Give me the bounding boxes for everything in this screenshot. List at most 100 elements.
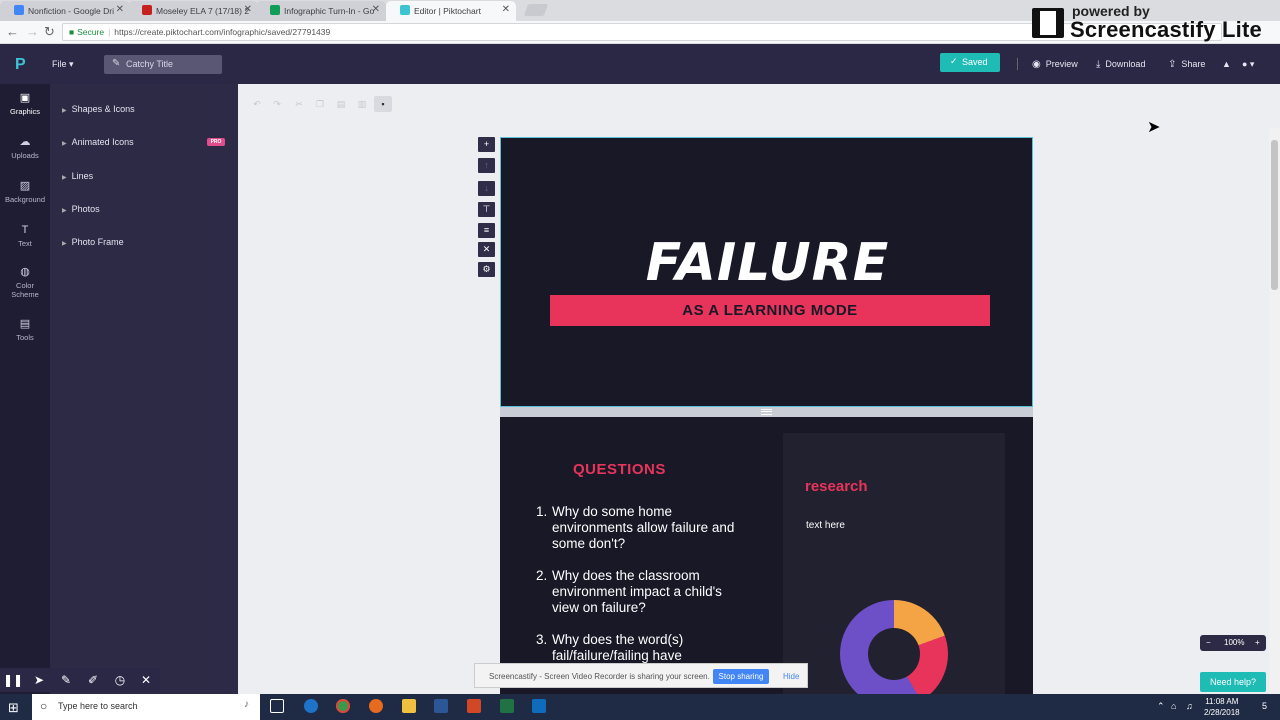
- pause-icon[interactable]: ❚❚: [3, 671, 23, 689]
- new-tab-button[interactable]: [523, 4, 549, 16]
- panel-item-label: Photo Frame: [71, 237, 124, 247]
- file-menu-label: File: [52, 59, 67, 69]
- tray-up-icon[interactable]: ⌃: [1157, 701, 1165, 712]
- redo-icon[interactable]: ↷: [268, 96, 286, 112]
- browser-tab[interactable]: Nonfiction - Google Dri ✕: [0, 1, 130, 21]
- download-button[interactable]: ⤓ Download: [1096, 59, 1145, 70]
- eye-icon: ◉: [1032, 59, 1041, 70]
- undo-icon[interactable]: ↶: [248, 96, 266, 112]
- cut-icon[interactable]: ✂: [290, 96, 308, 112]
- windows-start-icon[interactable]: ⊞: [8, 700, 19, 716]
- research-heading[interactable]: research: [805, 478, 868, 495]
- close-icon[interactable]: ✕: [502, 4, 510, 15]
- vertical-scrollbar[interactable]: [1269, 128, 1280, 694]
- file-explorer-icon[interactable]: [402, 699, 416, 713]
- question-item[interactable]: 1. Why do some home environments allow fa…: [536, 504, 746, 552]
- file-menu[interactable]: File ▾: [52, 59, 74, 70]
- scrollbar-thumb[interactable]: [1271, 140, 1278, 290]
- edge-icon[interactable]: [304, 699, 318, 713]
- zoom-out-button[interactable]: −: [1206, 638, 1211, 647]
- add-block-icon[interactable]: +: [478, 137, 495, 152]
- system-clock[interactable]: 11:08 AM 2/28/2018: [1204, 696, 1240, 718]
- layers-icon[interactable]: ≡: [478, 223, 495, 238]
- mail-icon[interactable]: [532, 699, 546, 713]
- title-input[interactable]: ✎ Catchy Title: [104, 55, 222, 74]
- powerpoint-icon[interactable]: [467, 699, 481, 713]
- rail-item-color-scheme[interactable]: ◍ Color Scheme: [0, 267, 50, 300]
- browser-tab[interactable]: Infographic Turn-In - Go ✕: [256, 1, 386, 21]
- close-icon[interactable]: ✕: [372, 4, 380, 15]
- preview-button[interactable]: ◉ Preview: [1032, 59, 1078, 70]
- piktochart-logo[interactable]: P: [15, 56, 26, 74]
- back-icon[interactable]: ←: [6, 24, 19, 39]
- panel-item-lines[interactable]: ▶ Lines: [62, 171, 93, 181]
- forward-icon[interactable]: →: [26, 24, 39, 39]
- questions-list[interactable]: 1. Why do some home environments allow fa…: [536, 504, 746, 680]
- infographic-title[interactable]: FAILURE: [501, 233, 1034, 293]
- network-icon[interactable]: ⌂: [1171, 701, 1176, 711]
- bell-icon[interactable]: ▲: [1222, 59, 1231, 69]
- rail-item-background[interactable]: ▨ Background: [0, 181, 50, 205]
- stop-sharing-button[interactable]: Stop sharing: [713, 669, 769, 684]
- panel-item-photos[interactable]: ▶ Photos: [62, 204, 100, 214]
- browser-tab[interactable]: Moseley ELA 7 (17/18) 2 ✕: [128, 1, 258, 21]
- panel-item-animated-icons[interactable]: ▶ Animated Icons: [62, 137, 134, 147]
- hide-button[interactable]: Hide: [783, 672, 799, 681]
- questions-heading[interactable]: QUESTIONS: [573, 461, 666, 478]
- infographic-subtitle[interactable]: AS A LEARNING MODE: [682, 302, 857, 319]
- microphone-icon[interactable]: ♪: [244, 699, 249, 710]
- paint-icon[interactable]: ⊤: [478, 202, 495, 217]
- donut-chart-graphic[interactable]: [840, 600, 948, 708]
- taskbar-search-input[interactable]: ○ Type here to search ♪: [32, 694, 260, 720]
- task-view-icon[interactable]: [270, 699, 284, 713]
- settings-icon[interactable]: ⚙: [478, 262, 495, 277]
- chrome-icon[interactable]: [336, 699, 350, 713]
- browser-tab-active[interactable]: Editor | Piktochart ✕: [386, 1, 516, 21]
- copy-icon[interactable]: ❐: [311, 96, 329, 112]
- panel-item-photo-frame[interactable]: ▶ Photo Frame: [62, 237, 124, 247]
- paste-icon[interactable]: ▤: [332, 96, 350, 112]
- rail-item-graphics[interactable]: ▣ Graphics: [0, 93, 50, 117]
- download-label: Download: [1105, 59, 1146, 69]
- question-text: Why does the word(s) fail/failure/failin…: [552, 632, 684, 663]
- share-label: Share: [1181, 59, 1206, 69]
- pen-icon[interactable]: ✎: [56, 671, 76, 689]
- excel-icon[interactable]: [500, 699, 514, 713]
- rail-item-tools[interactable]: ▤ Tools: [0, 319, 50, 343]
- panel-item-shapes-icons[interactable]: ▶ Shapes & Icons: [62, 104, 135, 114]
- close-icon[interactable]: ✕: [244, 4, 252, 15]
- cursor-icon[interactable]: ➤: [29, 671, 49, 689]
- need-help-button[interactable]: Need help?: [1200, 672, 1266, 692]
- question-item[interactable]: 2. Why does the classroom environment imp…: [536, 568, 746, 616]
- close-icon[interactable]: ✕: [136, 671, 156, 689]
- rail-item-text[interactable]: T Text: [0, 225, 50, 249]
- reload-icon[interactable]: ↻: [44, 24, 55, 40]
- user-menu-icon[interactable]: ● ▾: [1242, 59, 1254, 70]
- eraser-icon[interactable]: ✐: [83, 671, 103, 689]
- saved-button[interactable]: ✓ Saved: [940, 53, 1000, 72]
- research-box[interactable]: research text here: [783, 433, 1005, 708]
- notifications-icon[interactable]: 5: [1262, 701, 1267, 711]
- share-icon: ⇪: [1168, 59, 1177, 70]
- graphics-panel: ▶ Shapes & Icons ▶ Animated Icons PRO ▶ Lin…: [50, 84, 238, 694]
- zoom-in-button[interactable]: +: [1255, 638, 1260, 647]
- select-icon[interactable]: ▪: [374, 96, 392, 112]
- infographic-title-block[interactable]: FAILURE AS A LEARNING MODE: [500, 137, 1033, 407]
- share-button[interactable]: ⇪ Share: [1168, 59, 1205, 70]
- volume-icon[interactable]: ♫: [1186, 701, 1193, 711]
- firefox-icon[interactable]: [369, 699, 383, 713]
- close-block-icon[interactable]: ✕: [478, 242, 495, 257]
- subtitle-banner[interactable]: AS A LEARNING MODE: [550, 295, 990, 326]
- move-down-icon[interactable]: ↓: [478, 181, 495, 196]
- block-resize-handle[interactable]: [500, 407, 1033, 417]
- rail-item-uploads[interactable]: ☁ Uploads: [0, 137, 50, 161]
- word-icon[interactable]: [434, 699, 448, 713]
- question-item[interactable]: 3. Why does the word(s) fail/failure/fail…: [536, 632, 746, 664]
- delete-icon[interactable]: ▥: [353, 96, 371, 112]
- notification-count: 5: [1262, 701, 1268, 711]
- move-up-icon[interactable]: ↑: [478, 158, 495, 173]
- research-text[interactable]: text here: [806, 520, 845, 531]
- close-icon[interactable]: ✕: [116, 4, 124, 15]
- infographic-content-block[interactable]: QUESTIONS 1. Why do some home environment…: [500, 417, 1033, 708]
- timer-icon[interactable]: ◷: [110, 671, 130, 689]
